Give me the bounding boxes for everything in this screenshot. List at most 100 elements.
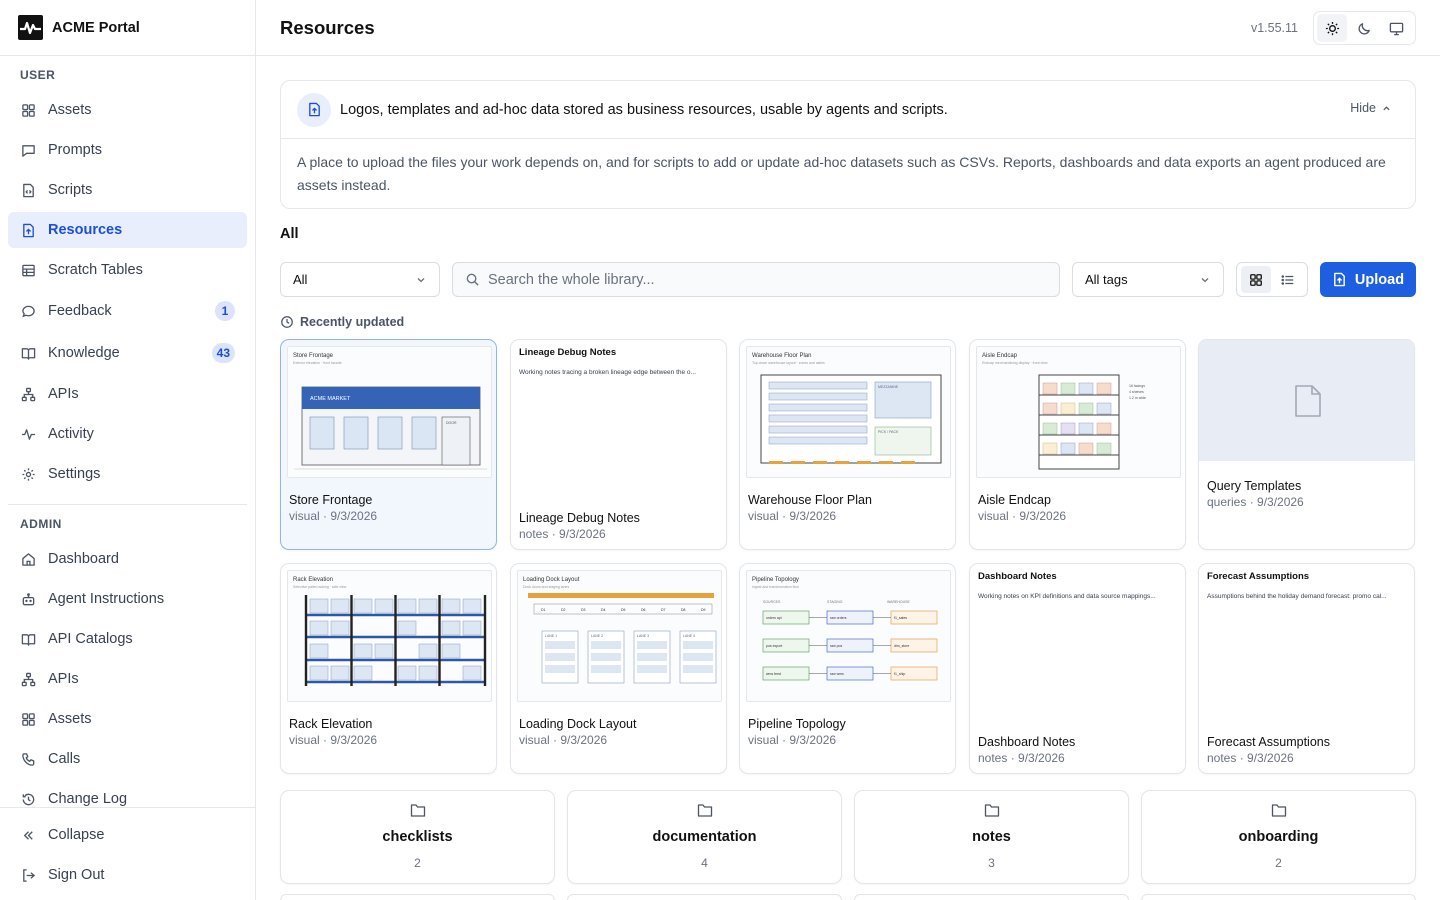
thumb-zone-label: MEZZANINE	[878, 385, 899, 389]
card-name: Store Frontage	[289, 493, 373, 507]
folder-card-partial[interactable]	[1141, 894, 1416, 900]
thumb-zone-label: PICK / PACK	[878, 430, 899, 434]
folder-card-partial[interactable]	[854, 894, 1129, 900]
sidebar-item-resources[interactable]: Resources	[8, 212, 247, 248]
card-meta: visual · 9/3/2026	[748, 509, 837, 523]
card-name: Loading Dock Layout	[519, 717, 637, 731]
resource-card-store-frontage[interactable]: Store Frontage Exterior elevation · fron…	[280, 339, 497, 550]
thumb-door-label: D3	[581, 608, 586, 612]
list-view-button[interactable]	[1273, 266, 1303, 293]
thumb-door-label: D9	[701, 608, 706, 612]
resource-card-loading-dock-layout[interactable]: Loading Dock Layout Dock doors and stagi…	[510, 563, 727, 774]
sign-out-label: Sign Out	[48, 867, 105, 883]
sidebar-item-scripts[interactable]: Scripts	[8, 172, 247, 208]
grid-view-button[interactable]	[1241, 266, 1271, 293]
thumb-node-label: wms feed	[766, 672, 781, 676]
folder-count: 4	[701, 856, 708, 870]
sidebar-item-feedback[interactable]: Feedback 1	[8, 293, 247, 329]
thumb-node-label: raw pos	[830, 644, 843, 648]
sidebar-item-dashboard[interactable]: Dashboard	[8, 541, 247, 577]
hide-info-button[interactable]: Hide	[1350, 101, 1391, 115]
resource-card-rack-elevation[interactable]: Rack Elevation Selective pallet racking …	[280, 563, 497, 774]
folder-checklists[interactable]: checklists 2	[280, 790, 555, 884]
knowledge-count-badge: 43	[211, 343, 235, 363]
folder-notes[interactable]: notes 3	[854, 790, 1129, 884]
sidebar-item-settings[interactable]: Settings	[8, 456, 247, 492]
sidebar-item-agent-instructions[interactable]: Agent Instructions	[8, 581, 247, 617]
sign-out-button[interactable]: Sign Out	[8, 857, 247, 893]
sidebar-item-activity[interactable]: Activity	[8, 416, 247, 452]
resource-card-query-templates[interactable]: Query Templates queries · 9/3/2026	[1198, 339, 1415, 550]
grid-icon	[1250, 273, 1262, 286]
folder-card-partial[interactable]	[567, 894, 842, 900]
resource-card-forecast-assumptions[interactable]: Forecast Assumptions Assumptions behind …	[1198, 563, 1415, 774]
thumb-door-label: D7	[661, 608, 666, 612]
dark-theme-button[interactable]	[1349, 14, 1379, 42]
sidebar-item-scratch-tables[interactable]: Scratch Tables	[8, 252, 247, 288]
hide-label: Hide	[1350, 101, 1376, 115]
thumb-sign: ACME MARKET	[310, 396, 351, 402]
card-thumbnail: Warehouse Floor Plan Top-down warehouse …	[746, 346, 951, 478]
folder-icon	[984, 804, 999, 817]
sidebar-divider	[8, 504, 247, 505]
folder-documentation[interactable]: documentation 4	[567, 790, 842, 884]
collapse-button[interactable]: Collapse	[8, 817, 247, 853]
sidebar-item-calls[interactable]: Calls	[8, 741, 247, 777]
sidebar-item-label: API Catalogs	[48, 631, 133, 647]
resource-card-lineage-debug-notes[interactable]: Lineage Debug Notes Working notes tracin…	[510, 339, 727, 550]
message-square-icon	[20, 142, 36, 158]
sidebar-item-label: Scripts	[48, 182, 93, 198]
file-upload-icon	[20, 222, 36, 238]
thumb-subtitle: Selective pallet racking · side view	[293, 585, 347, 589]
brand[interactable]: ACME Portal	[0, 0, 255, 56]
tag-filter-select[interactable]: All tags	[1072, 262, 1224, 297]
sidebar-item-label: Change Log	[48, 791, 128, 807]
search-icon	[466, 273, 479, 286]
thumb-subtitle: Top-down warehouse layout · zones and ai…	[752, 361, 825, 365]
folder-onboarding[interactable]: onboarding 2	[1141, 790, 1416, 884]
sidebar-item-knowledge[interactable]: Knowledge 43	[8, 335, 247, 371]
sidebar-item-api-catalogs[interactable]: API Catalogs	[8, 621, 247, 657]
thumb-door-label: D1	[541, 608, 546, 612]
resource-card-pipeline-topology[interactable]: Pipeline Topology Ingest and transformat…	[739, 563, 956, 774]
recently-updated-heading: Recently updated	[280, 315, 404, 329]
thumb-node-label: pos export	[766, 644, 782, 648]
resource-card-aisle-endcap[interactable]: Aisle Endcap Endcap merchandising displa…	[969, 339, 1186, 550]
sidebar-item-assets[interactable]: Assets	[8, 92, 247, 128]
network-icon	[20, 386, 36, 402]
sidebar-item-admin-apis[interactable]: APIs	[8, 661, 247, 697]
monitor-icon	[1390, 22, 1404, 35]
card-meta: visual · 9/3/2026	[289, 733, 378, 747]
thumb-spec: 16 facings	[1129, 384, 1145, 388]
card-meta: notes · 9/3/2026	[978, 751, 1065, 765]
sidebar-item-label: Assets	[48, 102, 92, 118]
system-theme-button[interactable]	[1382, 14, 1412, 42]
light-theme-button[interactable]	[1317, 14, 1348, 42]
thumb-dock-doors: D1 D2 D3 D4 D5 D6 D7 D8 D9	[541, 608, 706, 612]
card-name: Warehouse Floor Plan	[748, 493, 872, 507]
card-meta: visual · 9/3/2026	[748, 733, 837, 747]
folder-count: 2	[414, 856, 421, 870]
upload-button[interactable]: Upload	[1320, 262, 1416, 297]
sidebar-item-label: Scratch Tables	[48, 262, 143, 278]
resource-card-warehouse-floor-plan[interactable]: Warehouse Floor Plan Top-down warehouse …	[739, 339, 956, 550]
chevrons-left-icon	[20, 827, 36, 843]
thumb-spec: 4 shelves	[1129, 390, 1144, 394]
sidebar-item-prompts[interactable]: Prompts	[8, 132, 247, 168]
card-thumbnail: Pipeline Topology Ingest and transformat…	[746, 570, 951, 702]
sidebar-item-apis[interactable]: APIs	[8, 376, 247, 412]
sidebar-item-label: Assets	[48, 711, 92, 727]
search-input[interactable]	[488, 271, 1028, 288]
note-preview-title: Lineage Debug Notes	[519, 347, 617, 358]
sidebar-item-admin-assets[interactable]: Assets	[8, 701, 247, 737]
sidebar-footer: Collapse Sign Out	[0, 807, 255, 900]
thumb-lane-label: LANE 3	[637, 634, 649, 638]
folder-icon	[410, 804, 425, 817]
resource-card-dashboard-notes[interactable]: Dashboard Notes Working notes on KPI def…	[969, 563, 1186, 774]
thumb-title: Aisle Endcap	[982, 353, 1018, 359]
type-filter-select[interactable]: All	[280, 262, 440, 297]
card-meta: visual · 9/3/2026	[519, 733, 608, 747]
note-preview-body: Assumptions behind the holiday demand fo…	[1207, 593, 1387, 600]
thumb-door: DOOR	[446, 421, 457, 425]
folder-card-partial[interactable]	[280, 894, 555, 900]
